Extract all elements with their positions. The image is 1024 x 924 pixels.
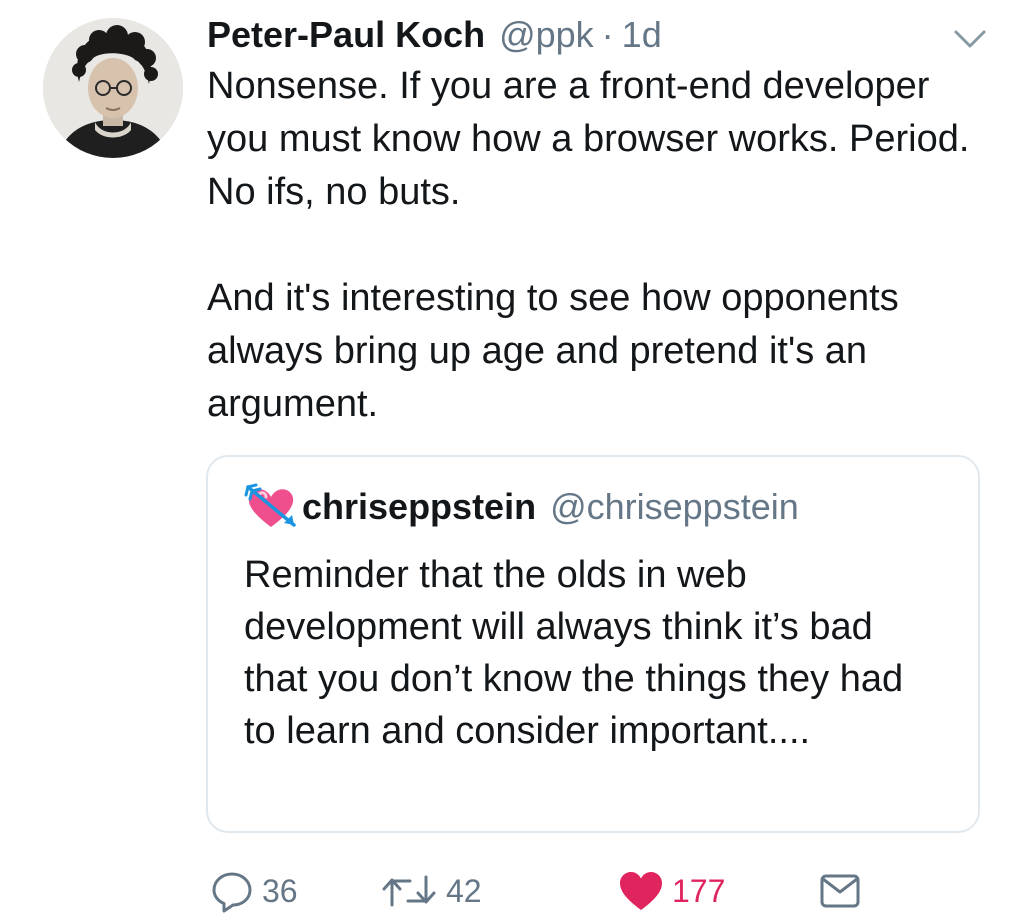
tweet-actions: 36 42 177: [0, 865, 1024, 917]
direct-message-button[interactable]: [818, 865, 862, 917]
timestamp[interactable]: 1d: [622, 14, 662, 56]
reply-count: 36: [262, 872, 298, 909]
tweet-paragraph-2: And it's interesting to see how opponent…: [207, 277, 899, 425]
quoted-tweet[interactable]: chriseppstein @chriseppstein Reminder th…: [206, 455, 980, 833]
tweet-paragraph-1: Nonsense. If you are a front-end develop…: [207, 65, 970, 213]
retweet-icon: [382, 875, 436, 907]
tweet-header: Peter-Paul Koch @ppk · 1d: [207, 10, 662, 60]
tweet-text: Nonsense. If you are a front-end develop…: [207, 60, 997, 431]
like-count: 177: [672, 872, 726, 909]
retweet-button[interactable]: 42: [380, 865, 482, 917]
quoted-author-handle: @chriseppstein: [550, 486, 799, 527]
header-separator: ·: [601, 14, 614, 55]
heart-icon: [620, 872, 662, 910]
reply-button[interactable]: 36: [210, 865, 298, 917]
author-photo: [43, 18, 183, 158]
reply-icon: [212, 872, 252, 913]
quoted-tweet-header: chriseppstein @chriseppstein: [244, 481, 799, 533]
quoted-tweet-text: Reminder that the olds in web developmen…: [244, 554, 904, 752]
quoted-author-name: chriseppstein: [302, 486, 537, 527]
retweet-count: 42: [446, 872, 482, 909]
author-handle[interactable]: @ppk: [499, 14, 594, 56]
avatar[interactable]: [43, 18, 183, 158]
heart-with-arrow-emoji: [244, 483, 296, 527]
tweet-card: Peter-Paul Koch @ppk · 1d Nonsense. If y…: [0, 0, 1024, 924]
author-name[interactable]: Peter-Paul Koch: [207, 14, 485, 56]
like-button[interactable]: 177: [618, 865, 725, 917]
envelope-icon: [820, 874, 860, 908]
chevron-down-icon[interactable]: [948, 22, 992, 56]
